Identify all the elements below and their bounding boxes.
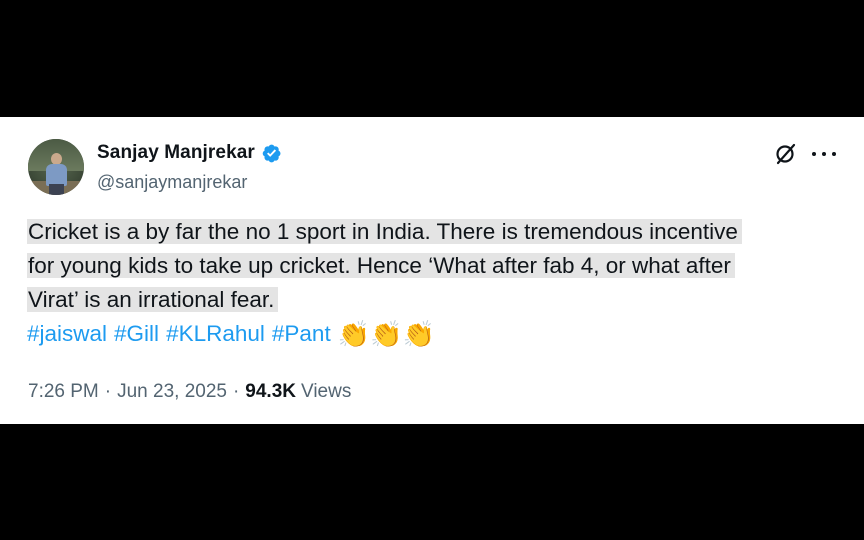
separator-dot: · — [232, 381, 240, 402]
views-count: 94.3K — [245, 381, 296, 402]
tweet-text-line: for young kids to take up cricket. Hence… — [27, 249, 837, 283]
avatar[interactable] — [28, 139, 84, 195]
tweet-meta: 7:26 PM · Jun 23, 2025 · 94.3K Views — [28, 381, 351, 403]
views-label: Views — [301, 381, 352, 402]
author-name-row: Sanjay Manjrekar — [97, 142, 282, 164]
more-options-icon[interactable] — [812, 150, 836, 158]
clapping-hands-emoji: 👏 — [337, 319, 371, 349]
tweet-text-line: Cricket is a by far the no 1 sport in In… — [27, 215, 837, 249]
hashtag-link[interactable]: #jaiswal — [27, 317, 107, 351]
tweet-time[interactable]: 7:26 PM — [28, 381, 99, 403]
tweet-card: Sanjay Manjrekar @sanjaymanjrekar Cricke… — [0, 117, 864, 424]
author-handle[interactable]: @sanjaymanjrekar — [97, 172, 247, 193]
separator-dot: · — [104, 381, 112, 402]
hashtag-row: #jaiswal #Gill #KLRahul #Pant 👏 👏 👏 — [27, 317, 837, 351]
clapping-hands-emoji: 👏 — [402, 319, 435, 349]
clapping-hands-emoji: 👏 — [370, 319, 403, 349]
hashtag-link[interactable]: #Pant — [272, 317, 331, 351]
hashtag-link[interactable]: #KLRahul — [166, 317, 265, 351]
grok-icon[interactable] — [774, 142, 798, 166]
author-display-name[interactable]: Sanjay Manjrekar — [97, 142, 255, 164]
tweet-date[interactable]: Jun 23, 2025 — [117, 381, 227, 403]
tweet-text-line: Virat’ is an irrational fear. — [27, 283, 837, 317]
tweet-text: Cricket is a by far the no 1 sport in In… — [27, 215, 837, 351]
verified-badge-icon[interactable] — [261, 143, 282, 164]
hashtag-link[interactable]: #Gill — [114, 317, 159, 351]
